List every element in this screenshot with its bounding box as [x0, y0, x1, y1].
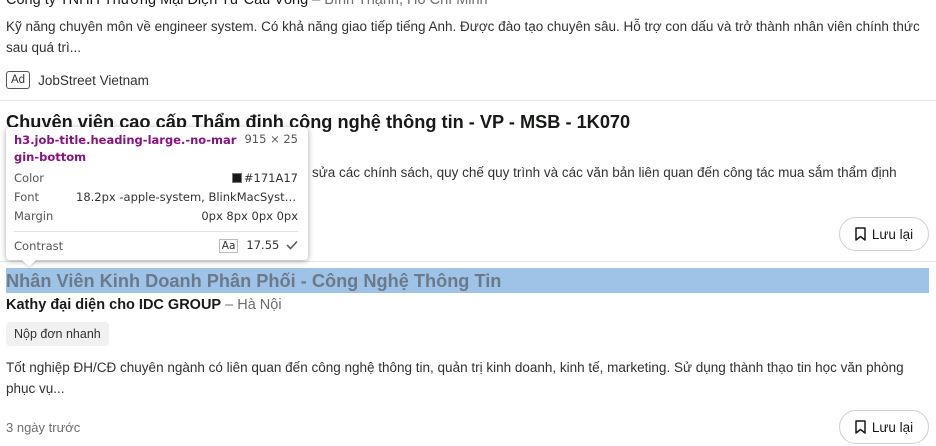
inspector-tooltip: h3.job-title.heading-large.-no-margin-bo… [6, 127, 308, 267]
inspector-color-row: Color #171A17 [14, 171, 298, 185]
font-value: 18.2px -apple-system, BlinkMacSystemFo..… [76, 190, 298, 204]
contrast-value-wrap: Aa 17.55 [218, 238, 298, 253]
ad-source: JobStreet Vietnam [38, 72, 149, 88]
job3-title[interactable]: Nhân Viên Kinh Doanh Phân Phối - Công Ng… [6, 269, 501, 293]
tooltip-arrow [22, 260, 36, 267]
inspector-font-row: Font 18.2px -apple-system, BlinkMacSyste… [14, 190, 298, 204]
job2-description: sửa các chính sách, quy chế quy trình và… [312, 165, 897, 180]
font-label: Font [14, 190, 40, 204]
color-value-wrap: #171A17 [231, 171, 298, 185]
divider [0, 261, 936, 262]
job3-save-button[interactable]: Lưu lại [839, 410, 929, 444]
color-label: Color [14, 171, 45, 185]
job3-description: Tốt nghiệp ĐH/CĐ chuyên ngành có liên qu… [6, 360, 904, 396]
inspector-divider [14, 231, 298, 232]
ad-badge: Ad [6, 71, 31, 89]
checkmark-icon [286, 240, 298, 250]
inspector-size: 915 × 25 [244, 132, 298, 146]
save-label: Lưu lại [871, 419, 914, 435]
job3-company-name[interactable]: Kathy đại diện cho IDC GROUP [6, 297, 221, 313]
margin-label: Margin [14, 209, 54, 223]
inspector-margin-row: Margin 0px 8px 0px 0px [14, 209, 298, 223]
job1-company[interactable]: Công ty TNHH Thương Mại Điện Tử Cầu Vồng… [6, 0, 488, 8]
ad-row: Ad JobStreet Vietnam [6, 71, 149, 89]
save-label: Lưu lại [871, 226, 914, 242]
contrast-aa-badge: Aa [218, 239, 239, 253]
job1-location: Bình Thạnh, Hồ Chí Minh [324, 0, 488, 8]
job1-separator: – [308, 0, 325, 8]
job1-company-name[interactable]: Công ty TNHH Thương Mại Điện Tử Cầu Vồng [6, 0, 308, 8]
inspector-contrast-row: Contrast Aa 17.55 [14, 238, 298, 253]
color-value: #171A17 [243, 171, 298, 185]
margin-value: 0px 8px 0px 0px [201, 209, 298, 223]
bookmark-icon [855, 227, 866, 241]
bookmark-icon [855, 420, 866, 434]
job3-company[interactable]: Kathy đại diện cho IDC GROUP – Hà Nội [6, 297, 282, 313]
job2-save-button[interactable]: Lưu lại [839, 217, 929, 251]
contrast-value: 17.55 [246, 238, 280, 252]
divider [0, 100, 936, 101]
job3-posted-date: 3 ngày trước [6, 420, 81, 435]
quick-apply-badge: Nộp đơn nhanh [6, 322, 109, 346]
job1-description: Kỹ năng chuyên môn về engineer system. C… [6, 19, 920, 55]
contrast-label: Contrast [14, 238, 64, 253]
inspector-selector: h3.job-title.heading-large.-no-margin-bo… [14, 133, 237, 164]
job3-location: Hà Nội [237, 297, 282, 313]
color-swatch [231, 173, 242, 183]
job3-separator: – [221, 297, 238, 313]
